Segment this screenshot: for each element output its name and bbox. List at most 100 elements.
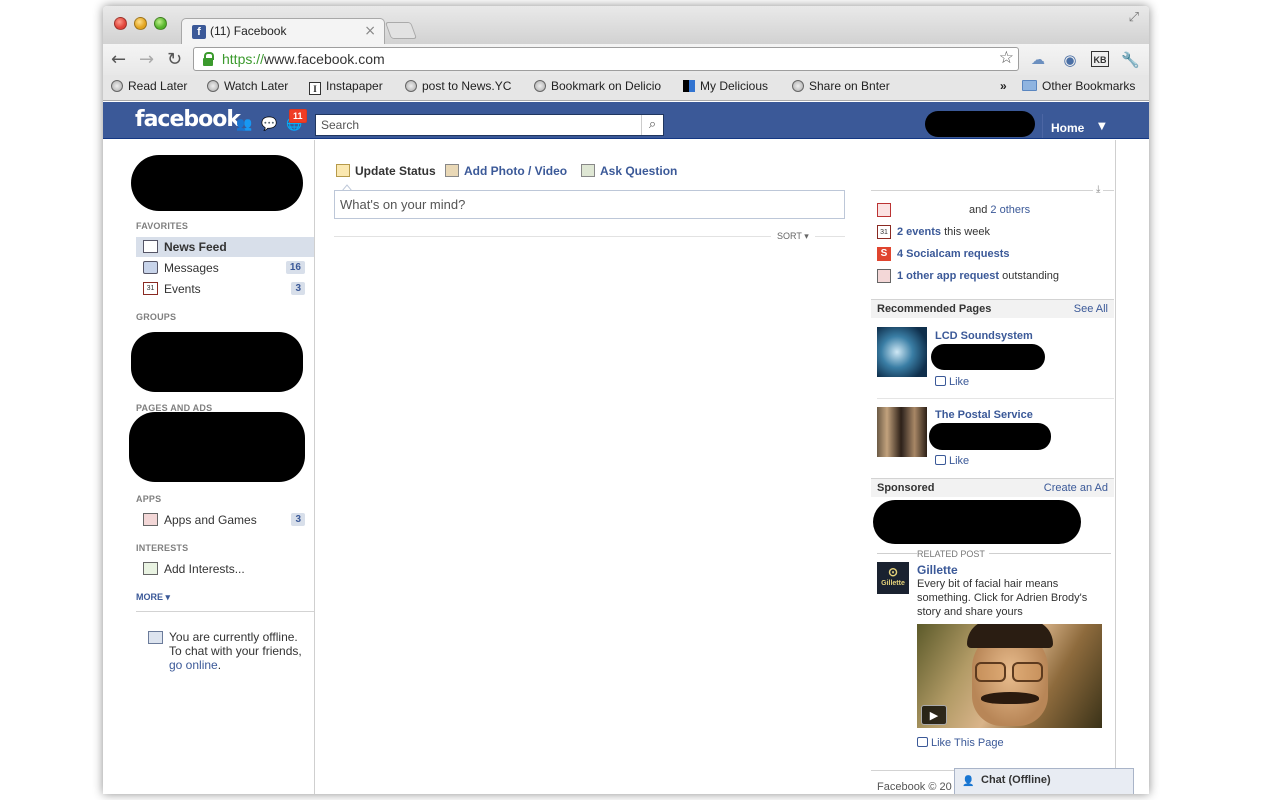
download-icon[interactable]: ⤓ (1093, 184, 1104, 195)
bookmark-post-to-newsyc[interactable]: post to News.YC (405, 79, 511, 93)
address-bar[interactable]: https://www.facebook.com ☆ (193, 47, 1019, 71)
status-input[interactable] (335, 191, 844, 218)
search-icon[interactable]: ⌕ (641, 115, 663, 135)
minimize-window-button[interactable] (134, 17, 147, 30)
new-tab-button[interactable] (384, 22, 418, 39)
reload-icon[interactable]: ↻ (167, 49, 182, 70)
see-all-link[interactable]: See All (1074, 303, 1108, 315)
sidebar-item-events[interactable]: 31 Events 3 (136, 279, 314, 299)
globe-extension-icon[interactable]: ◉ (1061, 51, 1079, 69)
facebook-logo[interactable]: facebook (135, 107, 241, 132)
right-column: ⤓ and 2 others 31 2 events this week S 4… (871, 140, 1116, 794)
messages-count-badge: 16 (285, 261, 305, 274)
bookmark-instapaper[interactable]: I Instapaper (309, 79, 383, 95)
forward-arrow-icon[interactable]: → (139, 49, 154, 70)
bookmark-watch-later[interactable]: Watch Later (207, 79, 288, 93)
zoom-window-button[interactable] (154, 17, 167, 30)
wrench-icon[interactable]: 🔧 (1121, 51, 1140, 69)
events-count-badge: 3 (291, 282, 305, 295)
ad-glasses (975, 662, 1045, 684)
left-sidebar: FAVORITES News Feed Messages 16 31 Event… (103, 140, 315, 794)
play-icon[interactable]: ▶ (921, 705, 947, 725)
close-tab-icon[interactable]: × (364, 23, 376, 39)
chat-bar[interactable]: 👤 Chat (Offline) (954, 768, 1134, 794)
sidebar-item-add-interests[interactable]: Add Interests... (136, 559, 314, 579)
sidebar-item-news-feed[interactable]: News Feed (136, 237, 314, 257)
bookmark-my-delicious[interactable]: My Delicious (683, 79, 768, 93)
status-icon (336, 164, 350, 177)
bookmarks-bar: Read Later Watch Later I Instapaper post … (103, 75, 1149, 101)
globe-icon (111, 80, 123, 92)
like-postal-service-button[interactable]: Like (935, 455, 969, 467)
sidebar-item-apps-and-games[interactable]: Apps and Games 3 (136, 510, 314, 530)
related-post-divider (877, 553, 1111, 554)
tab-ask-question[interactable]: Ask Question (581, 164, 677, 178)
delicious-icon (683, 80, 695, 92)
bookmark-label: Share on Bnter (809, 79, 890, 93)
sort-dropdown[interactable]: SORT ▾ (771, 231, 815, 242)
app-request-link[interactable]: 1 other app request (897, 270, 999, 282)
friend-requests-icon[interactable]: 👥 (236, 117, 252, 132)
feed-divider (334, 236, 845, 237)
globe-icon (534, 80, 546, 92)
search-input[interactable] (316, 115, 640, 135)
postal-service-thumbnail[interactable] (877, 407, 927, 457)
bookmark-star-icon[interactable]: ☆ (999, 48, 1014, 68)
facebook-top-bar: facebook 👥 💬 🌐 11 ⌕ (103, 102, 1149, 139)
bookmark-label: Other Bookmarks (1042, 79, 1136, 93)
bookmark-share-on-bnter[interactable]: Share on Bnter (792, 79, 890, 93)
lock-icon (203, 52, 214, 66)
create-an-ad-link[interactable]: Create an Ad (1044, 482, 1108, 494)
like-this-page-button[interactable]: Like This Page (917, 737, 1004, 749)
offline-text-end: . (217, 658, 222, 672)
birthday-others-link[interactable]: 2 others (990, 204, 1030, 216)
bookmark-label: Instapaper (326, 79, 383, 93)
bookmark-read-later[interactable]: Read Later (111, 79, 187, 93)
go-online-link[interactable]: go online (169, 658, 218, 672)
lcd-soundsystem-thumbnail[interactable] (877, 327, 927, 377)
other-bookmarks-folder[interactable]: Other Bookmarks (1022, 79, 1135, 93)
sidebar-item-label: Messages (164, 261, 219, 275)
page-name-lcd-soundsystem[interactable]: LCD Soundsystem (935, 330, 1033, 342)
like-lcd-soundsystem-button[interactable]: Like (935, 376, 969, 388)
chat-status-label: Chat (Offline) (981, 774, 1051, 786)
like-page-label: Like This Page (931, 737, 1004, 749)
account-menu-chevron-down-icon[interactable]: ▼ (1098, 121, 1106, 132)
messages-jewel-icon[interactable]: 💬 (261, 117, 277, 132)
tab-add-photo-video[interactable]: Add Photo / Video (445, 164, 567, 178)
facebook-search: ⌕ (315, 114, 664, 136)
sort-label: SORT (777, 231, 802, 241)
bookmark-delicious[interactable]: Bookmark on Delicio (534, 79, 666, 93)
apps-heading: APPS (136, 494, 162, 504)
home-link[interactable]: Home (1051, 121, 1084, 135)
page-name-postal-service[interactable]: The Postal Service (935, 409, 1033, 421)
chat-person-icon: 👤 (962, 776, 975, 787)
birthday-reminder: and 2 others (877, 203, 1107, 219)
browser-tab[interactable]: f (11) Facebook × (181, 18, 385, 45)
bookmark-label: My Delicious (700, 79, 769, 93)
offline-text: You are currently offline. To chat with … (169, 630, 302, 658)
offline-notice: You are currently offline. To chat with … (169, 630, 309, 672)
kb-extension-icon[interactable]: KB (1091, 51, 1109, 67)
title-bar: f (11) Facebook × ⤢ (103, 6, 1149, 45)
facebook-favicon-icon: f (192, 25, 206, 39)
close-window-button[interactable] (114, 17, 127, 30)
ad-title[interactable]: Gillette (917, 563, 958, 577)
sidebar-item-messages[interactable]: Messages 16 (136, 258, 314, 278)
url-host: www.facebook.com (264, 51, 385, 67)
gift-icon (877, 203, 891, 217)
fullscreen-icon[interactable]: ⤢ (1129, 10, 1139, 25)
socialcam-requests-link[interactable]: 4 Socialcam requests (897, 248, 1010, 260)
gillette-logo[interactable]: ⊙ Gillette (877, 562, 909, 594)
bookmarks-overflow-chevron-icon[interactable]: » (1000, 79, 1007, 93)
globe-icon (792, 80, 804, 92)
url-text[interactable]: https://www.facebook.com (222, 51, 385, 67)
more-link[interactable]: MORE ▾ (136, 592, 170, 603)
ad-video-thumbnail[interactable]: ▶ (917, 624, 1102, 728)
cloud-extension-icon[interactable]: ☁ (1029, 51, 1047, 69)
news-feed-icon (143, 240, 158, 253)
back-arrow-icon[interactable]: ← (111, 49, 126, 70)
events-link[interactable]: 2 events (897, 226, 941, 238)
recommended-pages-title: Recommended Pages (877, 303, 992, 315)
tab-update-status[interactable]: Update Status (336, 164, 436, 178)
